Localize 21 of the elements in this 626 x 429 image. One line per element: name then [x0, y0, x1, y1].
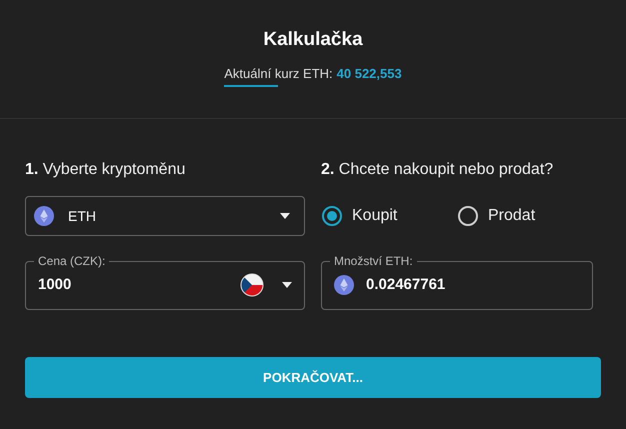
- ethereum-icon: [334, 274, 354, 294]
- step-heading: 1. Vyberte kryptoměnu: [25, 161, 186, 180]
- caret-icon: [280, 213, 290, 219]
- radio-label: Koupit: [352, 207, 398, 225]
- radio-button[interactable]: [322, 206, 342, 226]
- rate-value: 40 522,553: [336, 66, 402, 81]
- radio-button[interactable]: [458, 206, 478, 226]
- flag-icon: [240, 272, 264, 296]
- input-field[interactable]: Množství ETH: 0.02467761: [321, 254, 593, 310]
- ethereum-icon: [34, 206, 54, 226]
- crypto-select[interactable]: ETH: [25, 196, 305, 236]
- field-value: 1000: [38, 276, 72, 293]
- field-label: Cena (CZK):: [37, 254, 106, 268]
- field-label: Množství ETH:: [333, 254, 414, 268]
- step-heading: 2. Chcete nakoupit nebo prodat?: [321, 161, 554, 180]
- page-title: Kalkulačka: [263, 29, 363, 51]
- rate-label: Aktuální kurz ETH:: [224, 66, 333, 81]
- field-value: 0.02467761: [366, 276, 446, 293]
- radio-label: Prodat: [488, 207, 536, 225]
- caret-icon: [282, 282, 292, 288]
- input-field[interactable]: Cena (CZK): 1000: [25, 254, 305, 310]
